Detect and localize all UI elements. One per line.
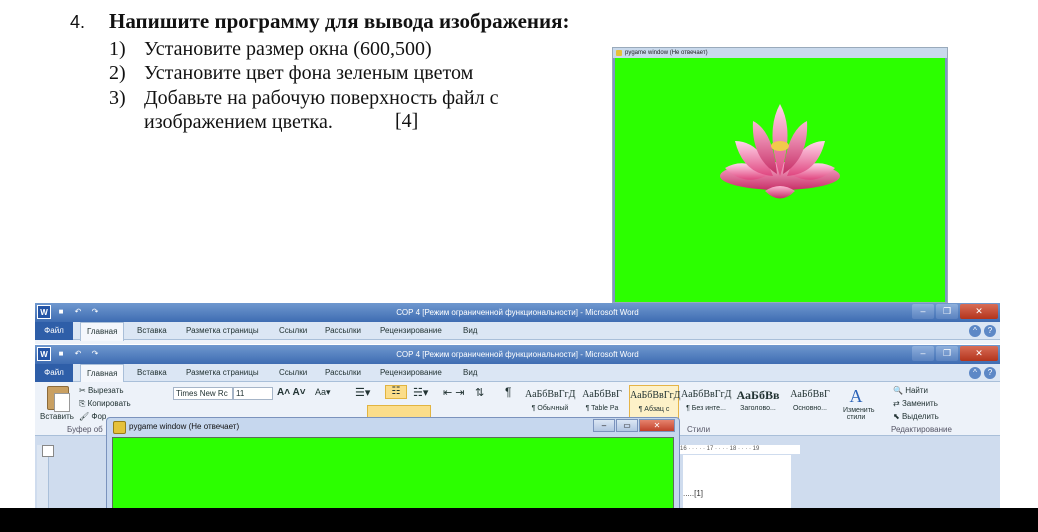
change-case-icon[interactable]: Aa▾: [315, 387, 331, 398]
step-number: 3): [109, 87, 126, 109]
paste-icon[interactable]: [47, 386, 70, 412]
tab-insert[interactable]: Вставка: [137, 364, 167, 382]
maximize-button[interactable]: ❐: [936, 346, 958, 361]
minimize-button[interactable]: –: [912, 304, 934, 319]
task-number: 4.: [70, 12, 86, 32]
window-caption: СОР 4 [Режим ограниченной функциональнос…: [396, 308, 639, 317]
tab-insert[interactable]: Вставка: [137, 322, 167, 340]
maximize-button[interactable]: ▭: [616, 419, 638, 432]
brush-icon: 🖌: [79, 412, 92, 421]
close-button[interactable]: ✕: [639, 419, 675, 432]
word-window-back: W ■ ↶ ↷ СОР 4 [Режим ограниченной функци…: [35, 303, 1000, 344]
copy-button[interactable]: ⎘ Копировать: [79, 399, 131, 409]
ribbon-tabs: Файл Главная Вставка Разметка страницы С…: [35, 364, 1000, 383]
indent-icons[interactable]: ⇤ ⇥: [443, 386, 465, 399]
window-caption: СОР 4 [Режим ограниченной функциональнос…: [396, 350, 639, 359]
tab-references[interactable]: Ссылки: [279, 364, 307, 382]
cursor-icon: ⬉: [893, 412, 902, 421]
close-button[interactable]: ✕: [960, 304, 998, 319]
tab-home[interactable]: Главная: [80, 322, 125, 341]
change-styles-button[interactable]: A Изменить стили: [843, 386, 875, 421]
numbering-icon[interactable]: ☷: [385, 385, 407, 399]
window-controls: – ❐ ✕: [912, 304, 998, 319]
font-size-select[interactable]: 11: [233, 387, 273, 400]
document-page[interactable]: .....[1]: [683, 455, 791, 515]
bullets-icon[interactable]: ☰▾: [355, 386, 370, 399]
document-text: .....[1]: [683, 489, 704, 498]
tab-selector[interactable]: [42, 445, 54, 457]
multilevel-list-icon[interactable]: ☵▾: [413, 386, 428, 399]
word-titlebar[interactable]: W ■ ↶ ↷ СОР 4 [Режим ограниченной функци…: [35, 303, 1000, 322]
sort-icon[interactable]: ⇅: [475, 386, 484, 399]
step-number: 1): [109, 38, 126, 60]
cut-button[interactable]: ✂ Вырезать: [79, 386, 124, 395]
find-button[interactable]: 🔍 Найти: [893, 386, 928, 395]
lotus-flower-image: [720, 104, 840, 199]
task-title: Напишите программу для вывода изображени…: [109, 9, 570, 33]
step-text: Установите цвет фона зеленым цветом: [144, 62, 474, 84]
help-icon[interactable]: ?: [984, 367, 996, 379]
step-2: 2) Установите цвет фона зеленым цветом: [109, 61, 589, 85]
step-text: Добавьте на рабочую поверхность файл с: [144, 87, 499, 109]
select-button[interactable]: ⬉ Выделить: [893, 412, 939, 421]
tab-review[interactable]: Рецензирование: [380, 322, 442, 340]
black-bar: [0, 508, 1038, 532]
tab-review[interactable]: Рецензирование: [380, 364, 442, 382]
replace-icon: ⇄: [893, 399, 902, 408]
step-number: 2): [109, 62, 126, 84]
styles-group-label: Стили: [687, 425, 711, 434]
font-name-select[interactable]: Times New Rc: [173, 387, 233, 400]
copy-icon: ⎘: [79, 399, 88, 408]
pygame-titlebar[interactable]: pygame window (Не отвечает) – ▭ ✕: [107, 418, 679, 435]
tab-page-layout[interactable]: Разметка страницы: [186, 364, 259, 382]
style-heading[interactable]: АаБбВв Заголово...: [733, 385, 783, 421]
horizontal-ruler[interactable]: 16 · · · · · 17 · · · · 18 · · · · 19: [680, 445, 800, 454]
tab-mailings[interactable]: Рассылки: [325, 322, 361, 340]
minimize-ribbon-icon[interactable]: ^: [969, 367, 981, 379]
minimize-ribbon-icon[interactable]: ^: [969, 325, 981, 337]
grow-font-icon[interactable]: A˄ A˅: [277, 387, 306, 398]
styles-a-icon: A: [849, 386, 863, 406]
editing-group-label: Редактирование: [891, 425, 952, 434]
style-normal[interactable]: АаБбВвГгД ¶ Обычный: [525, 385, 575, 421]
style-body[interactable]: АаБбВвГ Основно...: [785, 385, 835, 421]
minimize-button[interactable]: –: [593, 419, 615, 432]
step-text: Установите размер окна (600,500): [144, 38, 432, 60]
help-icon[interactable]: ?: [984, 325, 996, 337]
tab-file[interactable]: Файл: [35, 364, 73, 382]
clipboard-group-label: Буфер об: [67, 425, 103, 434]
tab-mailings[interactable]: Рассылки: [325, 364, 361, 382]
tab-home[interactable]: Главная: [80, 364, 125, 383]
tab-references[interactable]: Ссылки: [279, 322, 307, 340]
window-controls: – ❐ ✕: [912, 346, 998, 361]
tab-file[interactable]: Файл: [35, 322, 73, 340]
step-3: 3) Добавьте на рабочую поверхность файл …: [109, 86, 589, 110]
style-paragraph[interactable]: АаБбВвГгД ¶ Абзац с: [629, 385, 680, 421]
scissors-icon: ✂: [79, 386, 88, 395]
pygame-window-top: pygame window (Не отвечает): [612, 47, 948, 303]
pilcrow-icon[interactable]: ¶: [505, 385, 511, 399]
style-no-spacing[interactable]: АаБбВвГгД ¶ Без инте...: [681, 385, 731, 421]
step-text: изображением цветка.: [144, 111, 333, 133]
paste-button[interactable]: Вставить: [40, 412, 74, 421]
style-table[interactable]: АаБбВвГ ¶ Table Pa: [577, 385, 627, 421]
ribbon-tabs: Файл Главная Вставка Разметка страницы С…: [35, 322, 1000, 341]
word-titlebar[interactable]: W ■ ↶ ↷ СОР 4 [Режим ограниченной функци…: [35, 345, 1000, 364]
score-mark: [4]: [395, 110, 419, 132]
pygame-titlebar[interactable]: pygame window (Не отвечает): [613, 48, 947, 58]
binoculars-icon: 🔍: [893, 386, 906, 395]
maximize-button[interactable]: ❐: [936, 304, 958, 319]
tab-view[interactable]: Вид: [463, 364, 477, 382]
tab-view[interactable]: Вид: [463, 322, 477, 340]
close-button[interactable]: ✕: [960, 346, 998, 361]
pygame-title: pygame window (Не отвечает): [129, 422, 240, 431]
minimize-button[interactable]: –: [912, 346, 934, 361]
replace-button[interactable]: ⇄ Заменить: [893, 399, 938, 408]
step-1: 1) Установите размер окна (600,500): [109, 37, 589, 61]
step-3-continued: изображением цветка.: [109, 110, 589, 134]
tab-page-layout[interactable]: Разметка страницы: [186, 322, 259, 340]
format-painter-button[interactable]: 🖌 Фор: [79, 412, 106, 421]
